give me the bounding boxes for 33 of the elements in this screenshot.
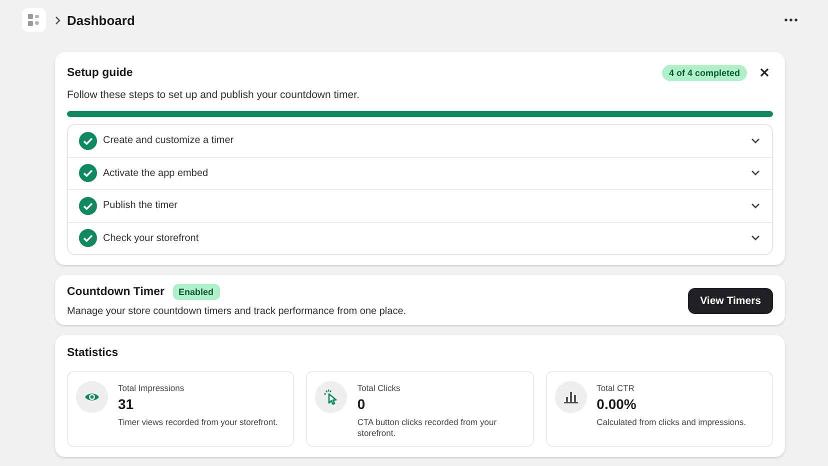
card-title: Setup guide bbox=[67, 66, 133, 78]
card-title: Countdown Timer bbox=[67, 286, 165, 298]
page-title: Dashboard bbox=[67, 12, 135, 28]
grid-icon bbox=[28, 14, 40, 26]
stat-value: 31 bbox=[118, 396, 135, 412]
stat-note: Timer views recorded from your storefront. bbox=[118, 417, 278, 428]
close-icon bbox=[760, 68, 769, 77]
bar-chart-icon bbox=[562, 389, 579, 405]
stat-label: Total Clicks bbox=[357, 383, 402, 393]
description: Follow these steps to set up and publish your countdown timer. bbox=[67, 89, 360, 101]
step-label: Create and customize a timer bbox=[103, 135, 234, 146]
step-item[interactable]: Create and customize a timer bbox=[68, 125, 772, 156]
step-label: Publish the timer bbox=[103, 200, 178, 212]
progress-badge: 4 of 4 completed bbox=[662, 64, 747, 80]
ellipsis-icon bbox=[784, 18, 798, 22]
stat-label: Total CTR bbox=[596, 383, 636, 393]
description: Manage your store countdown timers and track performance from one place. bbox=[67, 306, 406, 317]
step-item[interactable]: Activate the app embed bbox=[68, 156, 772, 189]
status-badge: Enabled bbox=[172, 284, 220, 300]
step-item[interactable]: Publish the timer bbox=[68, 189, 772, 222]
stat-label: Total Impressions bbox=[118, 383, 186, 393]
view-timers-button[interactable]: View Timers bbox=[688, 288, 773, 314]
chevron-right-icon bbox=[55, 16, 61, 24]
step-label: Check your storefront bbox=[103, 232, 199, 244]
card-title: Statistics bbox=[67, 347, 120, 359]
step-item[interactable]: Check your storefront bbox=[68, 222, 772, 254]
stat-note: Calculated from clicks and impressions. bbox=[596, 417, 746, 428]
pointer-click-icon bbox=[323, 389, 340, 405]
stat-value: 0.00% bbox=[596, 396, 638, 412]
step-label: Activate the app embed bbox=[103, 168, 208, 179]
stat-value: 0 bbox=[357, 396, 366, 412]
stat-note: CTA button clicks recorded from your storefront. bbox=[357, 417, 498, 440]
app-icon[interactable] bbox=[22, 8, 46, 32]
